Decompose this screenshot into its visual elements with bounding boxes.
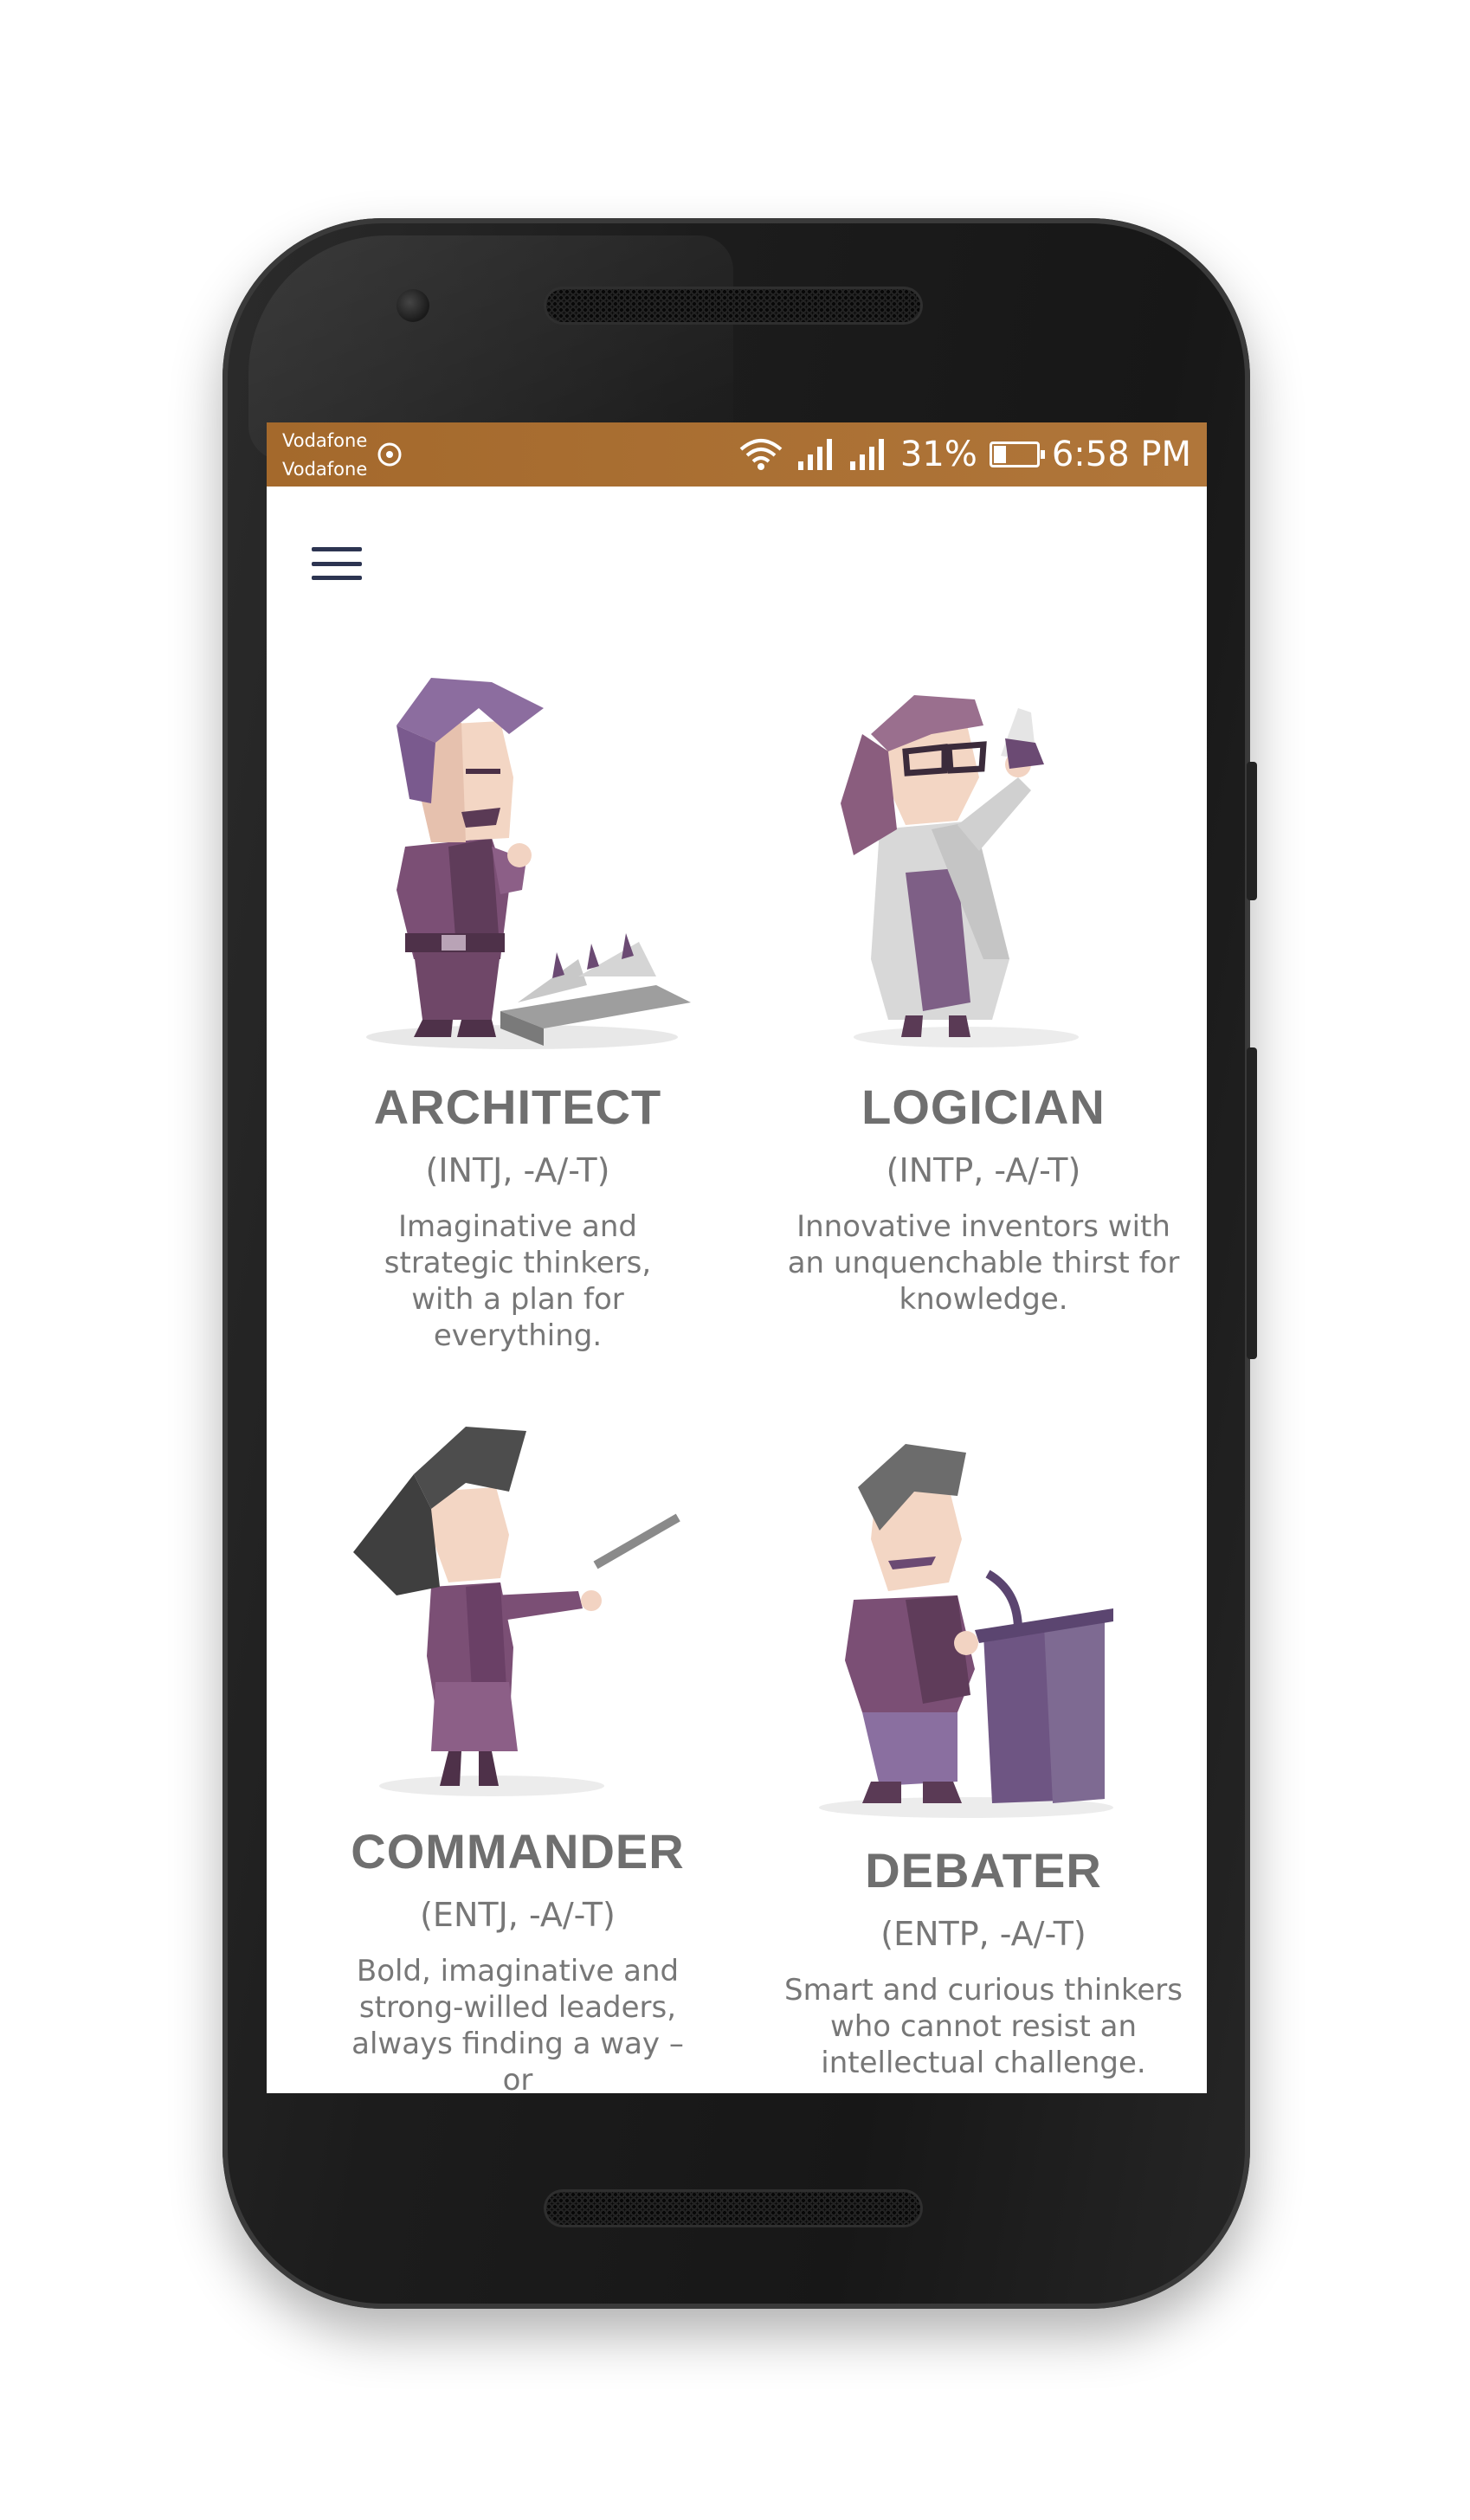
personality-name: LOGICIAN [861, 1080, 1106, 1134]
menu-icon-line [312, 576, 362, 580]
signal-icon-1 [797, 439, 832, 470]
wifi-icon [739, 439, 783, 470]
personality-code: (ENTJ, -A/-T) [420, 1896, 616, 1934]
top-speaker-grille [546, 289, 920, 322]
personality-card-debater[interactable]: DEBATER (ENTP, -A/-T) Smart and curious … [758, 1435, 1207, 2093]
carrier-labels: Vodafone Vodafone [282, 427, 367, 484]
personality-name: DEBATER [865, 1843, 1102, 1898]
menu-icon-line [312, 547, 362, 551]
personality-description: Bold, imaginative and strong-willed lead… [351, 1954, 684, 2093]
commander-illustration [353, 1427, 680, 1796]
personality-card-commander[interactable]: COMMANDER (ENTJ, -A/-T) Bold, imaginativ… [293, 1422, 743, 2093]
volume-button [1247, 1047, 1257, 1359]
hotspot-icon [377, 442, 402, 467]
personality-code: (INTJ, -A/-T) [425, 1151, 610, 1189]
personality-code: (ENTP, -A/-T) [880, 1915, 1086, 1953]
debater-illustration [819, 1444, 1113, 1818]
front-camera [397, 289, 429, 322]
carrier-2: Vodafone [282, 459, 368, 480]
clock: 6:58 PM [1051, 435, 1191, 474]
personality-card-architect[interactable]: ARCHITECT (INTJ, -A/-T) Imaginative and … [293, 674, 743, 1353]
personality-name: ARCHITECT [373, 1080, 662, 1134]
personality-code: (INTP, -A/-T) [886, 1151, 1081, 1189]
status-icons: 31% 6:58 PM [738, 422, 1191, 487]
menu-icon-line [312, 561, 362, 566]
bottom-speaker-grille [546, 2192, 920, 2225]
personality-card-logician[interactable]: LOGICIAN (INTP, -A/-T) Innovative invent… [758, 674, 1207, 1331]
personality-name: COMMANDER [351, 1824, 685, 1879]
menu-icon[interactable] [308, 542, 365, 585]
carrier-1: Vodafone [282, 430, 368, 451]
personality-description: Smart and curious thinkers who cannot re… [784, 1973, 1183, 2080]
signal-icon-2 [849, 439, 884, 470]
app-screen: Vodafone Vodafone 31% 6:58 PM ARCHITECT … [267, 422, 1207, 2093]
power-button [1247, 762, 1257, 900]
battery-icon [989, 441, 1045, 467]
personality-description: Imaginative and strategic thinkers, with… [384, 1209, 652, 1353]
personality-description: Innovative inventors with an unquenchabl… [787, 1209, 1180, 1317]
architect-illustration [366, 678, 691, 1049]
status-bar: Vodafone Vodafone 31% 6:58 PM [267, 422, 1207, 487]
logician-illustration [841, 695, 1079, 1047]
battery-percent: 31% [899, 435, 977, 474]
